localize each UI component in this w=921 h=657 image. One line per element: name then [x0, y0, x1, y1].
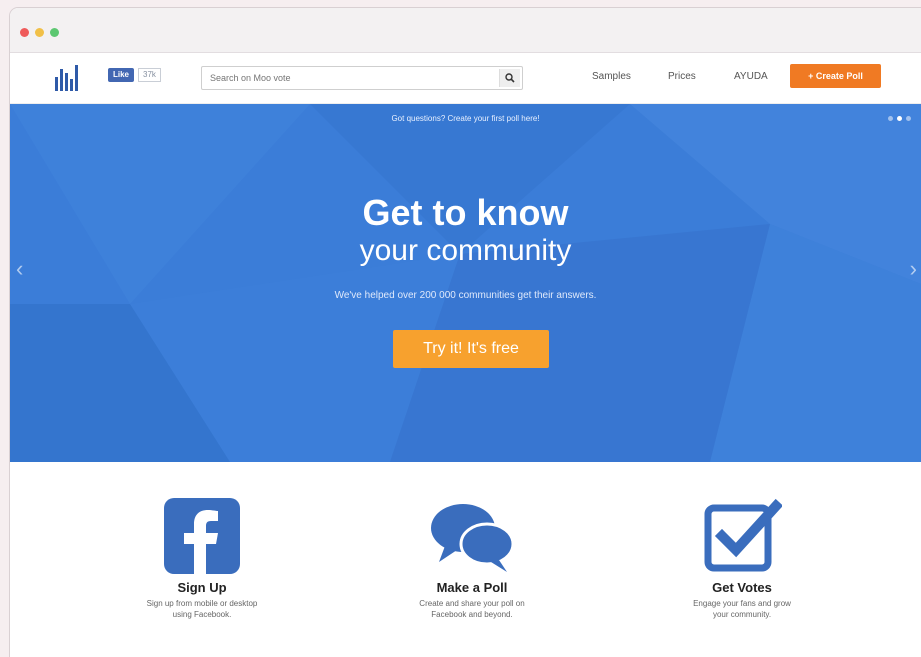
checkbox-icon: [704, 498, 782, 572]
feature-get-votes: Get Votes Engage your fans and grow your…: [642, 498, 842, 620]
close-window-button[interactable]: [20, 28, 29, 37]
hero-background: [10, 104, 921, 462]
hero-tagline[interactable]: Got questions? Create your first poll he…: [10, 114, 921, 123]
search-input[interactable]: [208, 67, 492, 89]
facebook-like-button[interactable]: Like: [108, 68, 135, 82]
feature-description: Sign up from mobile or desktop using Fac…: [102, 598, 302, 620]
search-box: [201, 66, 523, 90]
slider-indicator[interactable]: [888, 116, 911, 121]
feature-description: Create and share your poll on Facebook a…: [372, 598, 572, 620]
facebook-like-widget[interactable]: Like 37k: [108, 68, 161, 82]
feature-description: Engage your fans and grow your community…: [642, 598, 842, 620]
nav-link-prices[interactable]: Prices: [668, 71, 696, 82]
site-logo-icon[interactable]: [55, 63, 85, 91]
feature-sign-up: Sign Up Sign up from mobile or desktop u…: [102, 498, 302, 620]
feature-description-line: Sign up from mobile or desktop: [146, 599, 258, 608]
maximize-window-button[interactable]: [50, 28, 59, 37]
feature-description-line: your community.: [712, 610, 772, 619]
search-button[interactable]: [499, 69, 520, 87]
feature-description-line: Facebook and beyond.: [431, 610, 513, 619]
feature-title: Get Votes: [712, 580, 772, 595]
site-navbar: Like 37k Samples Prices AYUDA + Create P…: [10, 53, 921, 104]
feature-description-line: Engage your fans and grow: [693, 599, 791, 608]
features-section: Sign Up Sign up from mobile or desktop u…: [10, 498, 921, 657]
facebook-like-count: 37k: [138, 68, 161, 82]
minimize-window-button[interactable]: [35, 28, 44, 37]
feature-make-poll: Make a Poll Create and share your poll o…: [372, 498, 572, 620]
hero-subheading: your community: [359, 234, 572, 267]
nav-link-help[interactable]: AYUDA: [734, 71, 768, 82]
chat-bubbles-icon: [431, 504, 515, 572]
nav-link-samples[interactable]: Samples: [592, 71, 631, 82]
feature-description-line: using Facebook.: [172, 610, 232, 619]
create-poll-button[interactable]: + Create Poll: [790, 64, 881, 88]
slider-dot[interactable]: [906, 116, 911, 121]
slider-dot[interactable]: [888, 116, 893, 121]
hero-heading: Get to know: [362, 192, 569, 233]
browser-window: Like 37k Samples Prices AYUDA + Create P…: [10, 8, 921, 657]
try-free-button[interactable]: Try it! It's free: [393, 330, 549, 368]
feature-description-line: Create and share your poll on: [419, 599, 525, 608]
hero-banner: Got questions? Create your first poll he…: [10, 104, 921, 462]
hero-subtitle: We've helped over 200 000 communities ge…: [334, 290, 597, 301]
slider-dot-active[interactable]: [897, 116, 902, 121]
facebook-icon: [164, 498, 240, 574]
feature-title: Make a Poll: [436, 580, 508, 595]
feature-title: Sign Up: [177, 580, 227, 595]
search-icon: [505, 73, 515, 83]
title-bar: [10, 8, 921, 53]
